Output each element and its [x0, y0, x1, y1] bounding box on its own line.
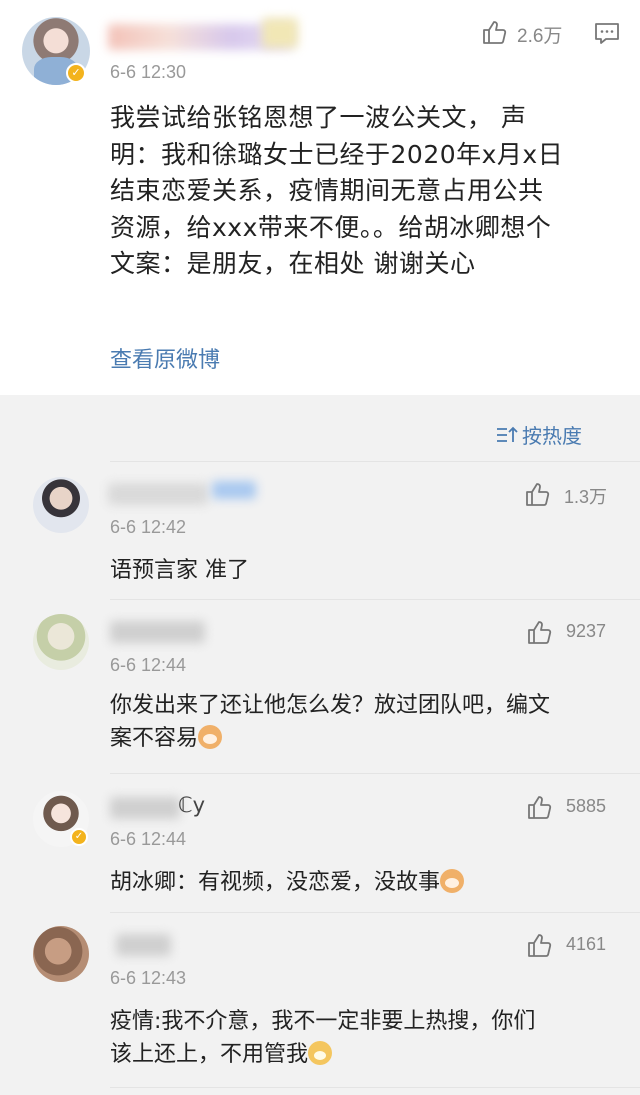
comment-item: 6-6 12:44 9237 你发出来了还让他怎么发？放过团队吧，编文 案不容易	[0, 599, 640, 773]
comment-date: 6-6 12:44	[110, 829, 187, 849]
commenter-name-tag	[212, 481, 256, 499]
comment-item: 6-6 12:42 1.3万 语预言家 准了	[0, 461, 640, 599]
commenter-avatar[interactable]	[33, 477, 89, 533]
commenter-name[interactable]	[116, 934, 171, 956]
comment-text: 你发出来了还让他怎么发？放过团队吧，编文 案不容易	[110, 689, 615, 755]
comment-line: 案不容易	[110, 726, 199, 751]
thumb-up-icon[interactable]	[481, 19, 507, 45]
comment-line: 该上还上，不用管我	[110, 1042, 309, 1067]
comment-like-count: 4161	[566, 934, 607, 954]
post-line: 明：我和徐璐女士已经于2020年x月x日	[110, 139, 564, 169]
view-original-link[interactable]: 查看原微博	[110, 342, 220, 374]
divider	[110, 1087, 640, 1088]
comment-item: 6-6 12:43 4161 疫情:我不介意，我不一定非要上热搜，你们 该上还上…	[0, 912, 640, 1087]
thumb-up-icon[interactable]	[526, 619, 552, 645]
post-body: 我尝试给张铭恩想了一波公关文， 声 明：我和徐璐女士已经于2020年x月x日 结…	[110, 100, 615, 283]
cat-emoji-icon	[198, 725, 223, 749]
commenter-name[interactable]	[110, 621, 205, 643]
comment-date: 6-6 12:44	[110, 655, 187, 675]
comment-like-count: 5885	[566, 796, 607, 816]
comment-icon[interactable]	[594, 21, 620, 45]
verified-badge-icon: ✓	[70, 828, 88, 846]
sort-label: 按热度	[522, 424, 582, 448]
comment-line: 疫情:我不介意，我不一定非要上热搜，你们	[110, 1009, 536, 1034]
author-name-tag	[262, 18, 298, 48]
commenter-name[interactable]	[108, 483, 208, 505]
commenter-name[interactable]	[110, 797, 180, 819]
comment-line: 胡冰卿：有视频，没恋爱，没故事	[110, 870, 441, 895]
comment-line: 语预言家 准了	[110, 558, 249, 583]
post-line: 资源，给xxx带来不便。。给胡冰卿想个	[110, 212, 552, 242]
thumb-up-icon[interactable]	[526, 932, 552, 958]
commenter-name-visible: ℂy	[178, 793, 206, 817]
verified-badge-icon: ✓	[66, 63, 86, 83]
commenter-avatar[interactable]	[33, 614, 89, 670]
post-line: 我尝试给张铭恩想了一波公关文， 声	[110, 103, 527, 132]
post-like-count: 2.6万	[517, 26, 563, 47]
dog-emoji-icon	[308, 1041, 333, 1065]
thumb-up-icon[interactable]	[524, 481, 550, 507]
post-date: 6-6 12:30	[110, 62, 187, 82]
post-line: 文案：是朋友，在相处 谢谢关心	[110, 249, 476, 278]
comment-like-count: 1.3万	[564, 487, 608, 507]
sort-by-popularity-button[interactable]: 按热度	[496, 420, 582, 449]
comment-line: 你发出来了还让他怎么发？放过团队吧，编文	[110, 693, 551, 718]
comment-item: ✓ ℂy 6-6 12:44 5885 胡冰卿：有视频，没恋爱，没故事	[0, 773, 640, 912]
comment-date: 6-6 12:43	[110, 968, 187, 988]
main-post-card: ✓ 6-6 12:30 2.6万 我尝试给张铭恩想了一波公关文， 声 明：我和徐…	[0, 0, 640, 395]
post-line: 结束恋爱关系，疫情期间无意占用公共	[110, 176, 544, 205]
comment-text: 疫情:我不介意，我不一定非要上热搜，你们 该上还上，不用管我	[110, 1005, 615, 1071]
comment-text: 胡冰卿：有视频，没恋爱，没故事	[110, 866, 615, 899]
comment-date: 6-6 12:42	[110, 517, 187, 537]
thumb-up-icon[interactable]	[526, 794, 552, 820]
comment-like-count: 9237	[566, 621, 607, 641]
sort-icon	[497, 426, 518, 442]
cat-emoji-icon	[440, 869, 465, 893]
comment-text: 语预言家 准了	[110, 554, 615, 587]
commenter-avatar[interactable]	[33, 926, 89, 982]
